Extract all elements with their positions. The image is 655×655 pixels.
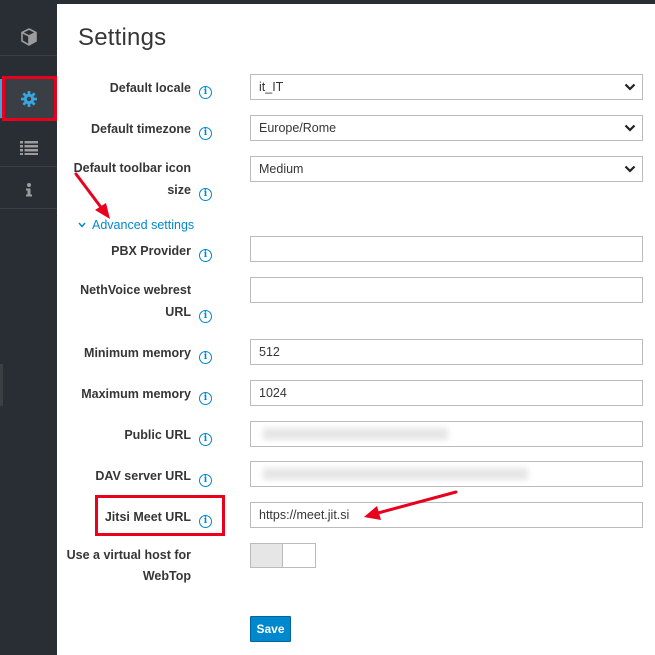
maximum-memory-label: Maximum memory i: [81, 383, 212, 405]
chevron-down-icon: [624, 124, 636, 132]
info-icon[interactable]: i: [199, 86, 212, 99]
info-icon[interactable]: i: [199, 127, 212, 140]
sidebar-item-about[interactable]: [0, 171, 57, 209]
info-icon[interactable]: i: [199, 249, 212, 262]
chevron-down-icon: [78, 222, 86, 228]
sidebar-resize-handle[interactable]: [0, 364, 3, 406]
jitsi-meet-url-label: Jitsi Meet URL i: [105, 506, 212, 528]
minimum-memory-label: Minimum memory i: [84, 342, 212, 364]
top-bar: [0, 0, 655, 4]
info-icon[interactable]: i: [199, 515, 212, 528]
gear-icon: [20, 90, 37, 107]
chevron-down-icon: [624, 83, 636, 91]
sidebar-item-logs[interactable]: [0, 129, 57, 167]
pbx-provider-input[interactable]: [250, 236, 643, 262]
virtual-host-label: Use a virtual host fori: [66, 548, 191, 562]
dav-server-url-input[interactable]: [250, 461, 643, 487]
annotation-arrow-advanced: [74, 172, 110, 219]
default-timezone-label: Default timezone i: [91, 118, 212, 140]
cube-icon: [20, 27, 37, 46]
public-url-input[interactable]: [250, 421, 643, 447]
minimum-memory-input[interactable]: 512: [250, 339, 643, 365]
chevron-down-icon: [624, 165, 636, 173]
save-button[interactable]: Save: [250, 616, 291, 642]
toolbar-icon-size-label-line2: size i: [167, 179, 212, 201]
list-icon: [19, 140, 38, 155]
redacted-value: [263, 428, 448, 440]
sidebar: [0, 4, 57, 655]
dav-server-url-label: DAV server URL i: [95, 465, 212, 487]
advanced-settings-toggle[interactable]: Advanced settings: [78, 218, 194, 232]
pbx-provider-label: PBX Provider i: [111, 240, 212, 262]
sidebar-item-overview[interactable]: [0, 18, 57, 56]
default-locale-select[interactable]: it_IT: [250, 74, 643, 100]
redacted-value: [263, 468, 528, 480]
public-url-label: Public URL i: [124, 424, 212, 446]
info-icon[interactable]: i: [199, 433, 212, 446]
toolbar-icon-size-label: Default toolbar iconi: [73, 161, 191, 175]
switch-handle: [251, 544, 284, 567]
info-icon: [25, 182, 32, 196]
virtual-host-switch[interactable]: [250, 543, 316, 568]
default-timezone-select[interactable]: Europe/Rome: [250, 115, 643, 141]
page-title: Settings: [78, 24, 167, 51]
info-icon[interactable]: i: [199, 392, 212, 405]
switch-track: [283, 544, 315, 567]
info-icon[interactable]: i: [199, 474, 212, 487]
virtual-host-label-line2: WebTopi: [142, 569, 191, 583]
nethvoice-webrest-label: NethVoice webresti: [80, 283, 191, 297]
toolbar-icon-size-select[interactable]: Medium: [250, 156, 643, 182]
maximum-memory-input[interactable]: 1024: [250, 380, 643, 406]
info-icon[interactable]: i: [199, 351, 212, 364]
info-icon[interactable]: i: [199, 188, 212, 201]
jitsi-meet-url-input[interactable]: https://meet.jit.si: [250, 502, 643, 528]
default-locale-label: Default locale i: [110, 77, 212, 99]
info-icon[interactable]: i: [199, 310, 212, 323]
sidebar-item-settings[interactable]: [0, 79, 57, 119]
nethvoice-webrest-input[interactable]: [250, 277, 643, 303]
nethvoice-webrest-label-line2: URL i: [165, 301, 212, 323]
